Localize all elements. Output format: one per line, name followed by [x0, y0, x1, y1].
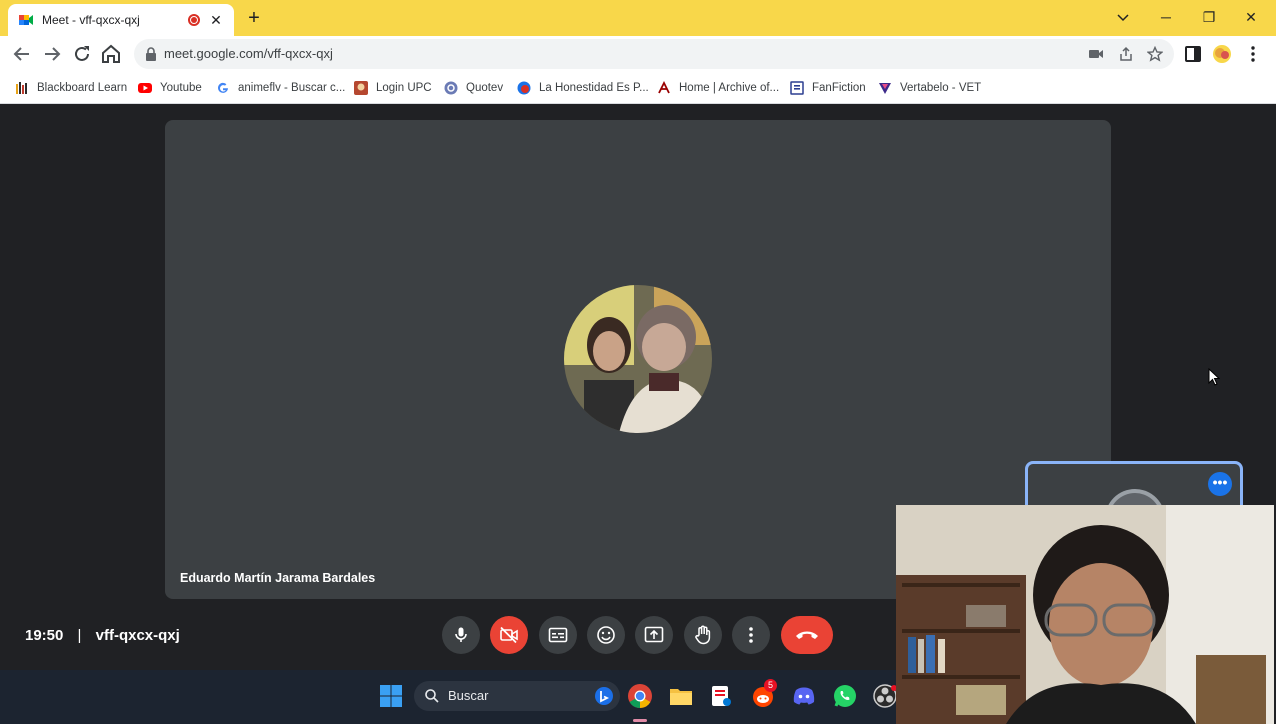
screen: { "browser": { "tab": { "title": "Meet -… [0, 0, 1276, 724]
tab-search-chevron-icon[interactable] [1116, 11, 1130, 25]
blackboard-icon [16, 82, 27, 94]
side-panel-icon[interactable] [1183, 44, 1203, 64]
fanfiction-icon [790, 81, 804, 95]
microphone-button[interactable] [442, 616, 480, 654]
bookmark-login-upc[interactable]: Login UPC [354, 79, 432, 97]
recording-indicator-icon [188, 14, 200, 26]
honestidad-icon [517, 81, 531, 95]
whatsapp-icon[interactable] [832, 683, 858, 709]
youtube-icon [138, 83, 152, 93]
camera-off-icon [500, 626, 518, 644]
bookmark-quotev[interactable]: Quotev [444, 79, 503, 97]
participant-name: Eduardo Martín Jarama Bardales [180, 571, 376, 585]
window-minimize-button[interactable]: ─ [1152, 6, 1180, 28]
bookmark-youtube[interactable]: Youtube [138, 79, 202, 97]
bookmark-blackboard[interactable]: Blackboard Learn [15, 79, 127, 97]
profile-avatar-icon[interactable] [1212, 44, 1232, 64]
meeting-details: 19:50 | vff-qxcx-qxj [25, 627, 180, 644]
address-bar[interactable]: meet.google.com/vff-qxcx-qxj [134, 39, 1174, 69]
bookmark-la-honestidad[interactable]: La Honestidad Es P... [517, 79, 649, 97]
ao3-icon [658, 81, 670, 94]
captions-icon [548, 627, 568, 643]
camera-in-use-icon[interactable] [1088, 46, 1104, 62]
self-tile-more-options-icon[interactable]: ••• [1208, 472, 1232, 496]
search-icon [425, 689, 439, 703]
reddit-app[interactable]: 5 [750, 679, 778, 709]
google-icon [218, 82, 228, 93]
webcam-person-photo [896, 505, 1274, 724]
more-options-button[interactable] [732, 616, 770, 654]
bookmark-animeflv-search[interactable]: animeflv - Buscar c... [216, 79, 345, 97]
snipping-tool-icon[interactable] [708, 683, 734, 709]
google-meet-icon [19, 15, 33, 25]
lock-icon[interactable] [144, 46, 158, 62]
window-restore-button[interactable]: ❐ [1195, 6, 1223, 28]
mouse-cursor-icon [1208, 368, 1220, 386]
quotev-icon [444, 81, 458, 95]
bing-icon[interactable] [594, 686, 614, 706]
bookmark-fanfiction[interactable]: FanFiction [790, 79, 866, 97]
chrome-icon[interactable] [627, 683, 653, 709]
chrome-active-indicator [633, 719, 647, 722]
emoji-icon [597, 626, 615, 644]
notification-badge: 5 [764, 679, 777, 692]
taskbar-search-box[interactable]: Buscar [414, 681, 620, 711]
hang-up-icon [796, 631, 818, 639]
raise-hand-button[interactable] [684, 616, 722, 654]
meeting-code: vff-qxcx-qxj [95, 627, 180, 644]
hand-icon [695, 625, 711, 645]
share-icon[interactable] [1118, 46, 1134, 62]
self-view-tile[interactable]: ••• [1025, 461, 1243, 511]
discord-icon[interactable] [791, 683, 817, 709]
leave-call-button[interactable] [781, 616, 833, 654]
bookmark-archive-of-our-own[interactable]: Home | Archive of... [657, 79, 779, 97]
browser-menu-icon[interactable] [1243, 44, 1263, 64]
present-screen-button[interactable] [635, 616, 673, 654]
home-icon[interactable] [99, 42, 123, 66]
camera-off-button[interactable] [490, 616, 528, 654]
browser-tab-meet[interactable]: Meet - vff-qxcx-qxj ✕ [8, 4, 234, 36]
file-explorer-icon[interactable] [668, 683, 694, 709]
bookmark-star-icon[interactable] [1147, 46, 1163, 62]
reload-icon[interactable] [70, 42, 94, 66]
browser-toolbar: meet.google.com/vff-qxcx-qxj [0, 36, 1276, 72]
bookmark-vertabelo[interactable]: Vertabelo - VET [878, 79, 981, 97]
webcam-overlay [896, 505, 1274, 724]
present-screen-icon [644, 626, 664, 643]
back-arrow-icon[interactable] [10, 42, 34, 66]
tab-close-icon[interactable]: ✕ [208, 12, 224, 29]
obs-studio-icon[interactable] [872, 683, 898, 709]
reactions-button[interactable] [587, 616, 625, 654]
forward-arrow-icon[interactable] [40, 42, 64, 66]
browser-title-bar: Meet - vff-qxcx-qxj ✕ + ─ ❐ ✕ [0, 0, 1276, 36]
more-vertical-icon [749, 627, 753, 643]
captions-button[interactable] [539, 616, 577, 654]
url-text[interactable]: meet.google.com/vff-qxcx-qxj [164, 46, 333, 61]
microphone-icon [455, 627, 467, 642]
windows-taskbar: Buscar 5 [0, 670, 898, 724]
windows-start-icon[interactable] [378, 683, 404, 709]
new-tab-button[interactable]: + [244, 8, 264, 28]
window-close-button[interactable]: ✕ [1237, 6, 1265, 28]
upc-icon [354, 81, 368, 95]
meeting-time: 19:50 [25, 627, 64, 644]
meeting-separator: | [77, 627, 82, 644]
participant-avatar-photo [564, 285, 712, 433]
vertabelo-icon [879, 83, 891, 94]
participant-avatar [564, 285, 712, 433]
search-label: Buscar [448, 688, 489, 703]
bookmarks-bar: Blackboard Learn Youtube animeflv - Busc… [0, 72, 1276, 104]
tab-title: Meet - vff-qxcx-qxj [42, 13, 140, 27]
